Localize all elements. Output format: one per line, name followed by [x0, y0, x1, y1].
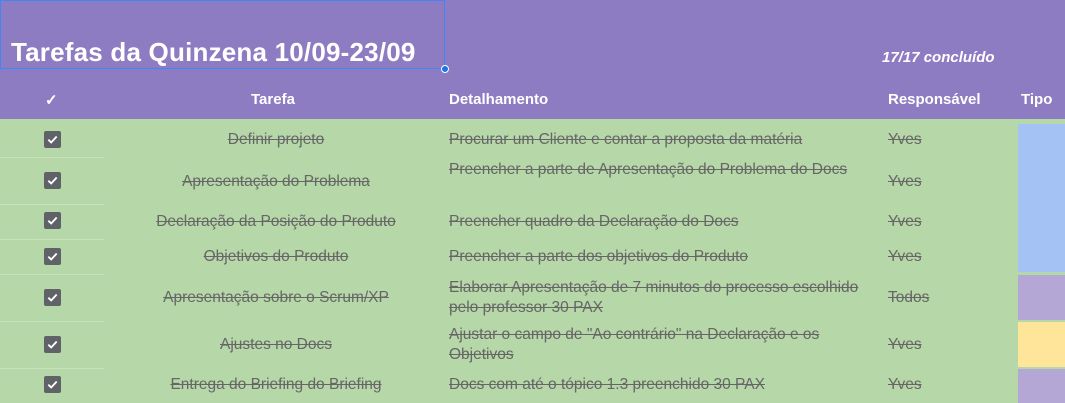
sheet-title: Tarefas da Quinzena 10/09-23/09	[11, 37, 416, 67]
selected-title-cell[interactable]: Tarefas da Quinzena 10/09-23/09	[0, 0, 445, 69]
task-cell[interactable]: Objetivos do Produto	[121, 247, 431, 267]
checkbox-checked[interactable]	[44, 131, 61, 148]
owner-cell[interactable]: Yves	[888, 172, 922, 192]
detail-cell[interactable]: Elaborar Apresentação de 7 minutos do pr…	[449, 278, 869, 318]
owner-cell[interactable]: Yves	[888, 212, 922, 232]
check-icon	[47, 135, 58, 144]
check-icon	[47, 380, 58, 389]
row-divider	[0, 157, 104, 158]
header-owner: Responsável	[888, 91, 981, 108]
header-detail: Detalhamento	[449, 91, 549, 108]
task-cell[interactable]: Definir projeto	[121, 130, 431, 150]
detail-cell[interactable]: Procurar um Cliente e contar a proposta …	[449, 130, 869, 150]
header-task: Tarefa	[251, 91, 295, 108]
selection-fill-handle[interactable]	[441, 65, 449, 73]
check-icon	[47, 293, 58, 302]
row-divider	[0, 274, 104, 275]
check-icon	[47, 252, 58, 261]
task-cell[interactable]: Ajustes no Docs	[121, 335, 431, 355]
progress-counter: 17/17 concluído	[882, 49, 995, 66]
checkbox-checked[interactable]	[44, 289, 61, 306]
check-icon	[47, 216, 58, 225]
checkbox-checked[interactable]	[44, 212, 61, 229]
detail-cell[interactable]: Preencher a parte dos objetivos do Produ…	[449, 247, 869, 267]
row-divider	[0, 239, 104, 240]
row-divider	[0, 204, 104, 205]
owner-cell[interactable]: Yves	[888, 375, 922, 395]
tipo-cell-purple[interactable]	[1018, 275, 1065, 320]
check-icon	[47, 176, 58, 185]
owner-cell[interactable]: Yves	[888, 130, 922, 150]
row-divider	[0, 368, 104, 369]
header-check: ✓	[45, 92, 58, 109]
detail-cell[interactable]: Ajustar o campo de "Ao contrário" na Dec…	[449, 325, 869, 365]
check-icon	[47, 340, 58, 349]
owner-cell[interactable]: Yves	[888, 335, 922, 355]
task-cell[interactable]: Apresentação sobre o Scrum/XP	[121, 288, 431, 308]
task-cell[interactable]: Apresentação do Problema	[121, 172, 431, 192]
task-cell[interactable]: Entrega do Briefing do Briefing	[121, 375, 431, 395]
owner-cell[interactable]: Yves	[888, 247, 922, 267]
task-cell[interactable]: Declaração da Posição do Produto	[121, 212, 431, 232]
checkbox-checked[interactable]	[44, 376, 61, 393]
row-divider	[0, 321, 104, 322]
owner-cell[interactable]: Todos	[888, 288, 929, 308]
detail-cell[interactable]: Docs com até o tópico 1.3 preenchido 30 …	[449, 375, 869, 395]
header-type: Tipo	[1021, 91, 1053, 108]
detail-cell[interactable]: Preencher a parte de Apresentação do Pro…	[449, 160, 869, 180]
tipo-cell-purple[interactable]	[1018, 369, 1065, 403]
tipo-cell-blue[interactable]	[1018, 124, 1065, 272]
checkbox-checked[interactable]	[44, 336, 61, 353]
checkbox-checked[interactable]	[44, 172, 61, 189]
detail-cell[interactable]: Preencher quadro da Declaração do Docs	[449, 212, 869, 232]
checkbox-checked[interactable]	[44, 248, 61, 265]
tipo-cell-yellow[interactable]	[1018, 322, 1065, 367]
